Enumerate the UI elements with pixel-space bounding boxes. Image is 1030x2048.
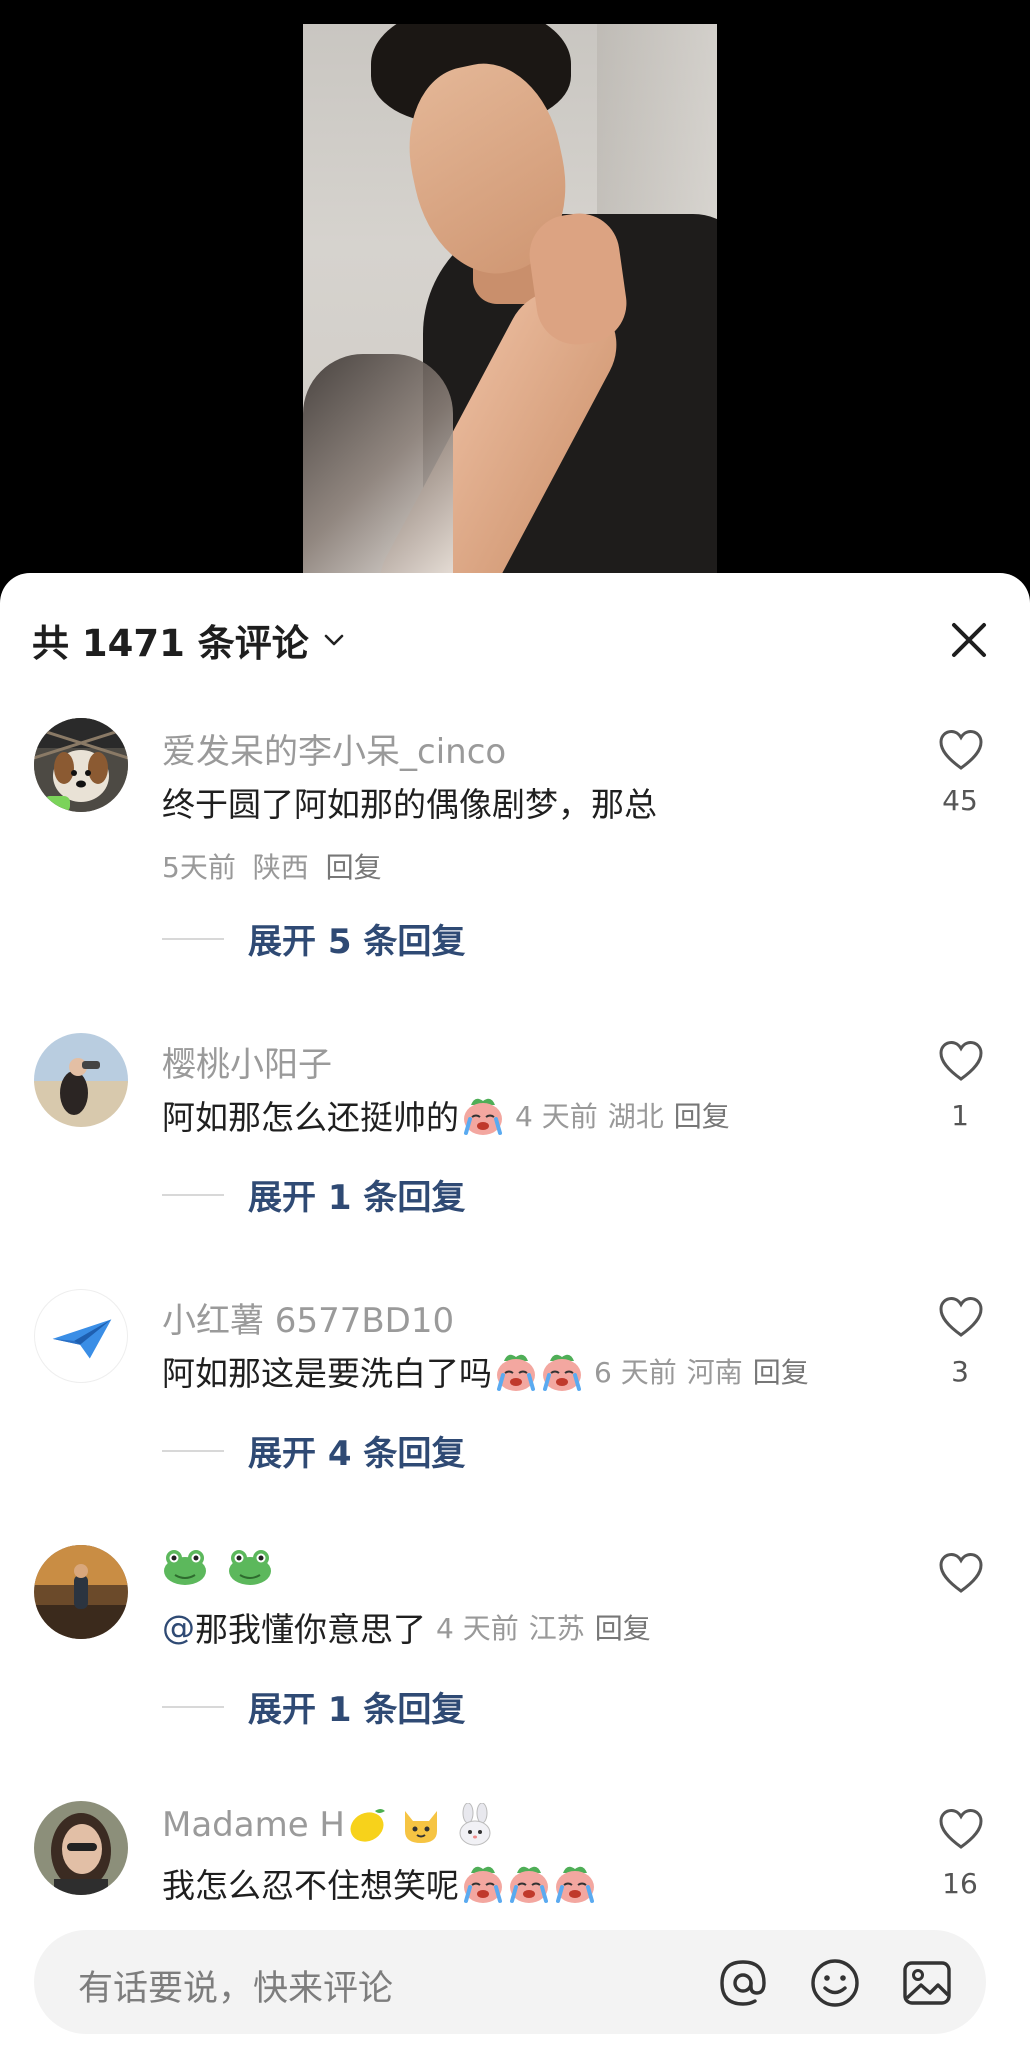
avatar[interactable] <box>34 1545 128 1639</box>
comment-location: 陕西 <box>252 851 309 884</box>
reply-button[interactable]: 回复 <box>753 1351 809 1391</box>
avatar[interactable] <box>34 1033 128 1127</box>
comment-username[interactable] <box>162 1547 281 1596</box>
comment-input-placeholder: 有话要说，快来评论 <box>78 1969 394 2009</box>
avatar[interactable] <box>34 718 128 812</box>
comment-text: 我怎么忍不住想笑呢 <box>162 1859 597 1907</box>
comment-time: 4 天前 <box>515 1100 598 1133</box>
reply-button[interactable]: 回复 <box>326 851 382 884</box>
frog-emoji-icon <box>228 1550 271 1585</box>
video-player[interactable] <box>0 0 1030 600</box>
frog-emoji-icon <box>164 1550 206 1585</box>
heart-icon <box>939 1808 983 1849</box>
comment-location: 江苏 <box>528 1612 585 1645</box>
expand-divider <box>162 1449 224 1452</box>
like-count: 3 <box>951 1355 969 1388</box>
image-icon[interactable] <box>898 1954 956 2012</box>
comment-text-body: 阿如那怎么还挺帅的 <box>162 1098 459 1137</box>
mention-link[interactable]: @ <box>162 1608 195 1647</box>
emoji-icon[interactable] <box>806 1954 864 2012</box>
street-avatar-icon <box>34 1545 128 1639</box>
comment-username[interactable]: 爱发呆的李小呆_cinco <box>162 724 506 773</box>
like-button[interactable] <box>935 1807 987 1851</box>
reply-button[interactable]: 回复 <box>595 1607 651 1647</box>
crying-emoji-icon <box>543 1354 581 1391</box>
like-button[interactable] <box>935 728 987 772</box>
expand-replies-button[interactable]: 展开 4 条回复 <box>162 1426 465 1475</box>
comment-count-dropdown[interactable]: 共 1471 条评论 <box>32 613 345 667</box>
crying-emoji-icon <box>497 1354 535 1391</box>
comment-time: 4 天前 <box>436 1612 519 1645</box>
crying-emoji-icon <box>464 1866 502 1903</box>
expand-divider <box>162 1705 224 1708</box>
comment-location: 河南 <box>686 1356 743 1389</box>
comment-text: 终于圆了阿如那的偶像剧梦，那总 <box>162 778 657 826</box>
heart-icon <box>939 1296 983 1337</box>
like-count: 45 <box>942 784 978 817</box>
comment-username-text: Madame H <box>162 1805 345 1845</box>
crying-emoji-icon <box>556 1866 594 1903</box>
comment-username[interactable]: Madame H <box>162 1803 497 1847</box>
like-count: 16 <box>942 1867 978 1900</box>
comment-input[interactable]: 有话要说，快来评论 <box>34 1930 986 2034</box>
crying-emoji-icon <box>510 1866 548 1903</box>
at-icon[interactable] <box>714 1954 772 2012</box>
paper-plane-icon <box>52 1319 112 1359</box>
avatar[interactable] <box>34 1801 128 1895</box>
comment-text: @ 那我懂你意思了 4 天前 江苏 回复 <box>162 1603 651 1651</box>
comment-text-body: 那我懂你意思了 <box>195 1610 426 1649</box>
comment-text-body: 终于圆了阿如那的偶像剧梦，那总 <box>162 785 657 824</box>
comment-meta: 5天前 陕西 回复 <box>162 846 382 886</box>
like-count: 1 <box>951 1099 969 1132</box>
expand-divider <box>162 1193 224 1196</box>
cat-emoji-icon <box>405 1811 437 1843</box>
comment-text-body: 阿如那这是要洗白了吗 <box>162 1354 492 1393</box>
close-icon[interactable] <box>944 615 994 665</box>
video-frame[interactable] <box>303 24 717 580</box>
expand-divider <box>162 937 224 940</box>
heart-icon <box>939 1040 983 1081</box>
like-button[interactable] <box>935 1039 987 1083</box>
crying-emoji-icon <box>464 1098 502 1135</box>
dog-avatar-icon <box>34 718 128 812</box>
comment-count-label: 共 1471 条评论 <box>32 622 309 665</box>
like-button[interactable] <box>935 1551 987 1595</box>
comment-text: 阿如那这是要洗白了吗 6 天前 河南 回复 <box>162 1347 809 1395</box>
beach-avatar-icon <box>34 1033 128 1127</box>
expand-replies-label: 展开 5 条回复 <box>248 922 466 962</box>
avatar[interactable] <box>34 1289 128 1383</box>
comment-sheet-header: 共 1471 条评论 <box>0 573 1030 693</box>
heart-icon <box>939 1552 983 1593</box>
heart-icon <box>939 729 983 770</box>
comment-username[interactable]: 小红薯 6577BD10 <box>162 1293 454 1342</box>
video-foreground-blur <box>303 354 453 580</box>
lemon-emoji-icon <box>350 1809 385 1842</box>
reply-button[interactable]: 回复 <box>674 1095 730 1135</box>
portrait-avatar-icon <box>34 1801 128 1895</box>
expand-replies-button[interactable]: 展开 1 条回复 <box>162 1170 465 1219</box>
chevron-down-icon <box>324 634 344 646</box>
rabbit-emoji-icon <box>459 1803 491 1846</box>
expand-replies-label: 展开 1 条回复 <box>248 1178 466 1218</box>
expand-replies-label: 展开 4 条回复 <box>248 1434 466 1474</box>
expand-replies-button[interactable]: 展开 5 条回复 <box>162 914 465 963</box>
expand-replies-button[interactable]: 展开 1 条回复 <box>162 1682 465 1731</box>
comment-text: 阿如那怎么还挺帅的 4 天前 湖北 回复 <box>162 1091 730 1139</box>
like-button[interactable] <box>935 1295 987 1339</box>
comment-time: 5天前 <box>162 851 236 884</box>
comment-location: 湖北 <box>607 1100 664 1133</box>
comment-time: 6 天前 <box>594 1356 677 1389</box>
expand-replies-label: 展开 1 条回复 <box>248 1690 466 1730</box>
comment-text-body: 我怎么忍不住想笑呢 <box>162 1866 459 1905</box>
comment-username[interactable]: 樱桃小阳子 <box>162 1037 332 1086</box>
